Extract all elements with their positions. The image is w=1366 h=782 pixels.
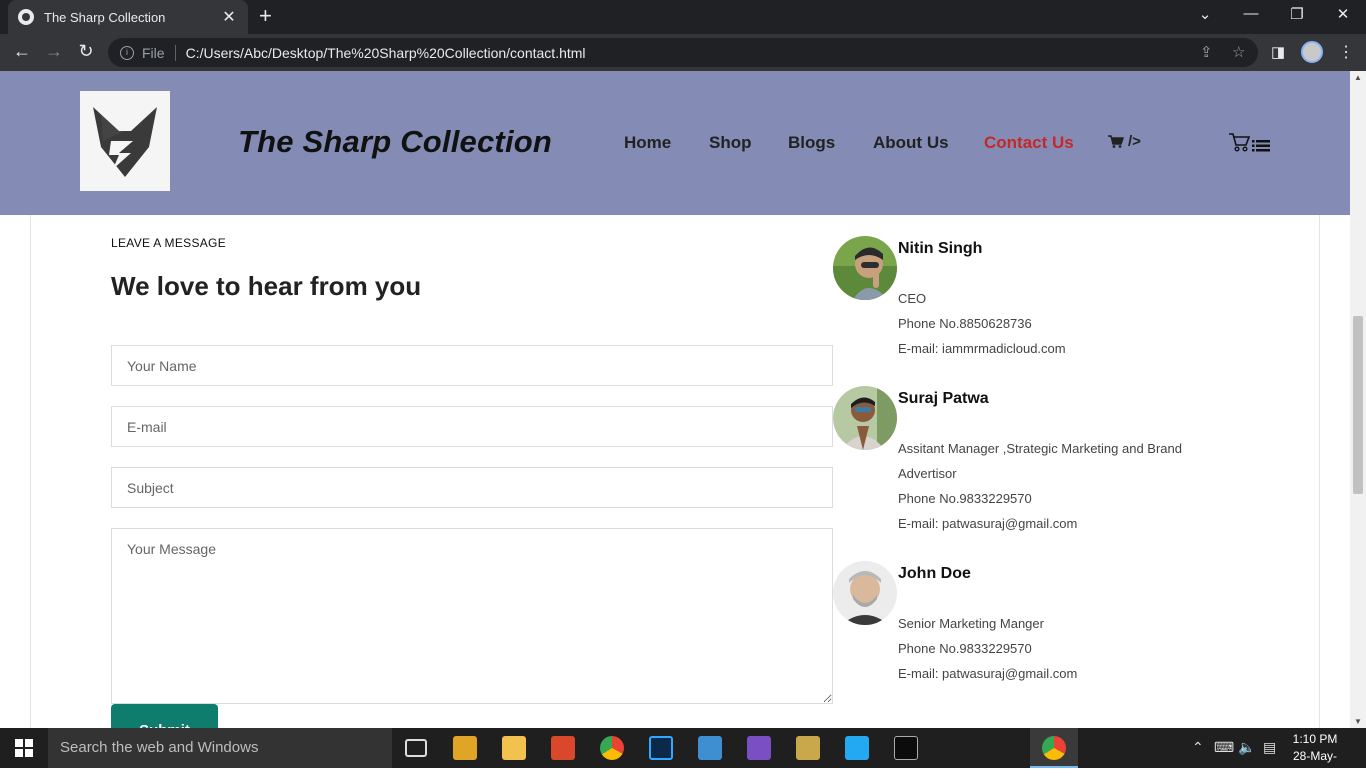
winrar-icon[interactable] bbox=[453, 736, 477, 760]
submit-button[interactable]: Submit bbox=[111, 704, 218, 728]
typing-app-icon[interactable] bbox=[698, 736, 722, 760]
close-window-icon[interactable]: ✕ bbox=[1333, 5, 1353, 23]
presentation-app-icon[interactable] bbox=[551, 736, 575, 760]
file-explorer-icon[interactable] bbox=[502, 736, 526, 760]
member-phone: Phone No.9833229570 bbox=[898, 641, 1032, 656]
site-header: The Sharp Collection Home Shop Blogs Abo… bbox=[0, 71, 1350, 215]
start-button[interactable] bbox=[0, 728, 48, 768]
side-panel-icon[interactable]: ◨ bbox=[1271, 43, 1285, 61]
nav-home[interactable]: Home bbox=[624, 133, 671, 153]
tray-chevron-icon[interactable]: ⌃ bbox=[1192, 739, 1204, 756]
name-field[interactable] bbox=[111, 345, 833, 386]
email-field[interactable] bbox=[111, 406, 833, 447]
globe-icon bbox=[18, 9, 34, 25]
browser-titlebar: The Sharp Collection ✕ + ⌄ — ❐ ✕ bbox=[0, 0, 1366, 34]
member-email: E-mail: patwasuraj@gmail.com bbox=[898, 666, 1078, 681]
address-bar[interactable]: i File C:/Users/Abc/Desktop/The%20Sharp%… bbox=[108, 38, 1258, 67]
chrome-icon bbox=[1042, 736, 1066, 760]
taskbar-chrome-active[interactable] bbox=[1030, 728, 1078, 768]
browser-toolbar: ← → ↻ i File C:/Users/Abc/Desktop/The%20… bbox=[0, 34, 1366, 71]
member-name: Nitin Singh bbox=[898, 240, 983, 257]
nav-shop[interactable]: Shop bbox=[709, 133, 752, 153]
member-role: CEO bbox=[898, 291, 927, 306]
tab-close-icon[interactable]: ✕ bbox=[220, 7, 238, 27]
site-logo[interactable] bbox=[80, 91, 170, 191]
restore-icon[interactable]: ❐ bbox=[1287, 5, 1307, 23]
volume-muted-icon[interactable]: 🔈 bbox=[1238, 739, 1255, 756]
tools-app-icon[interactable] bbox=[796, 736, 820, 760]
more-menu-icon[interactable]: ⋮ bbox=[1338, 42, 1354, 62]
new-tab-button[interactable]: + bbox=[259, 5, 272, 27]
chrome-icon[interactable] bbox=[600, 736, 624, 760]
clock-time: 1:10 PM bbox=[1292, 732, 1338, 746]
member-email: E-mail: patwasuraj@gmail.com bbox=[898, 516, 1078, 531]
share-icon[interactable]: ⇪ bbox=[1200, 43, 1213, 61]
minimize-icon[interactable]: — bbox=[1241, 5, 1261, 22]
member-name: Suraj Patwa bbox=[898, 390, 989, 407]
page-scrollbar[interactable]: ▲ ▼ bbox=[1350, 71, 1366, 728]
terminal-icon[interactable] bbox=[894, 736, 918, 760]
avatar-nitin-singh bbox=[833, 236, 897, 300]
nav-cart-link[interactable]: /> bbox=[1108, 133, 1141, 150]
browser-tab[interactable]: The Sharp Collection ✕ bbox=[8, 0, 248, 34]
task-view-icon[interactable] bbox=[405, 739, 427, 757]
message-field[interactable] bbox=[111, 528, 833, 704]
brand-title[interactable]: The Sharp Collection bbox=[238, 124, 552, 160]
cart-icon bbox=[1108, 135, 1124, 148]
avatar-suraj-patwa bbox=[833, 386, 897, 450]
scroll-up-icon[interactable]: ▲ bbox=[1354, 73, 1362, 82]
taskbar-clock[interactable]: 1:10 PM 28-May-23 bbox=[1290, 731, 1340, 782]
forward-icon[interactable]: → bbox=[42, 41, 66, 62]
tab-search-icon[interactable]: ⌄ bbox=[1195, 5, 1215, 23]
member-phone: Phone No.9833229570 bbox=[898, 491, 1032, 506]
form-heading: We love to hear from you bbox=[111, 271, 422, 301]
nav-blogs[interactable]: Blogs bbox=[788, 133, 835, 153]
member-phone: Phone No.8850628736 bbox=[898, 316, 1032, 331]
member-name: John Doe bbox=[898, 565, 971, 582]
bookmark-star-icon[interactable]: ☆ bbox=[1232, 43, 1245, 61]
reload-icon[interactable]: ↻ bbox=[74, 41, 98, 62]
address-scheme: File bbox=[142, 44, 176, 61]
member-role-continued: Advertisor bbox=[898, 466, 957, 481]
tab-title: The Sharp Collection bbox=[44, 9, 166, 25]
nav-about-us[interactable]: About Us bbox=[873, 133, 949, 153]
avatar-john-doe bbox=[833, 561, 897, 625]
scroll-thumb[interactable] bbox=[1353, 316, 1363, 494]
scroll-down-icon[interactable]: ▼ bbox=[1354, 717, 1362, 726]
vscode-icon[interactable] bbox=[845, 736, 869, 760]
back-icon[interactable]: ← bbox=[10, 41, 34, 62]
profile-avatar[interactable] bbox=[1301, 41, 1323, 63]
taskbar-search[interactable]: Search the web and Windows bbox=[48, 728, 392, 768]
windows-taskbar: Search the web and Windows ⌃ ⌨ 🔈 ▤ 1:10 … bbox=[0, 728, 1366, 780]
fox-logo-icon bbox=[93, 107, 157, 177]
page-viewport: The Sharp Collection Home Shop Blogs Abo… bbox=[0, 71, 1350, 728]
cart-menu-button[interactable] bbox=[1228, 131, 1272, 160]
visual-studio-icon[interactable] bbox=[747, 736, 771, 760]
member-email: E-mail: iammrmadicloud.com bbox=[898, 341, 1066, 356]
windows-logo-icon bbox=[15, 739, 33, 757]
cart-nav-suffix: /> bbox=[1128, 133, 1141, 150]
member-role: Senior Marketing Manger bbox=[898, 616, 1044, 631]
form-eyebrow: LEAVE A MESSAGE bbox=[111, 236, 226, 250]
nav-contact-us[interactable]: Contact Us bbox=[984, 133, 1074, 153]
info-icon[interactable]: i bbox=[120, 45, 134, 60]
cart-outline-icon bbox=[1229, 133, 1270, 152]
member-role: Assitant Manager ,Strategic Marketing an… bbox=[898, 441, 1182, 456]
subject-field[interactable] bbox=[111, 467, 833, 508]
address-url[interactable]: C:/Users/Abc/Desktop/The%20Sharp%20Colle… bbox=[186, 45, 586, 61]
notifications-icon[interactable]: ▤ bbox=[1263, 739, 1276, 756]
keyboard-language-icon[interactable]: ⌨ bbox=[1214, 739, 1234, 756]
photoshop-icon[interactable] bbox=[649, 736, 673, 760]
clock-date: 28-May-23 bbox=[1292, 749, 1337, 780]
